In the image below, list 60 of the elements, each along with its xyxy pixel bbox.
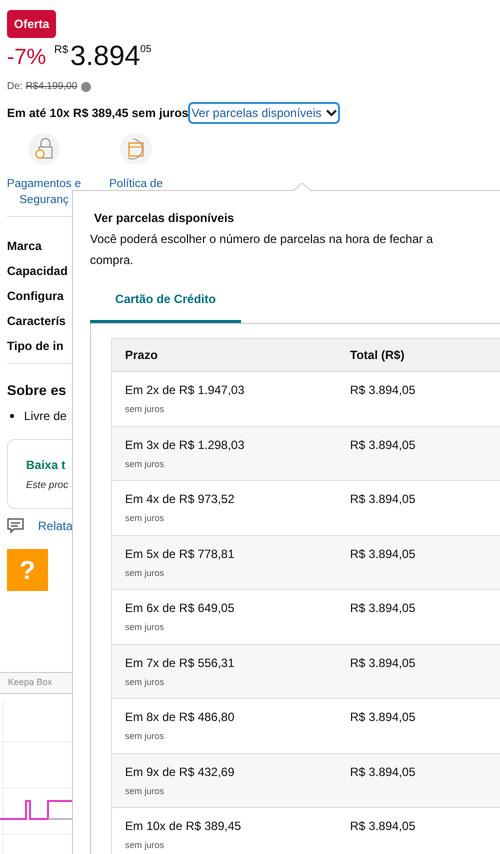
table-cell-text: R$ 3.894,05 (350, 436, 416, 454)
table-cell-text: sem juros (125, 403, 166, 416)
list-price-label: De: (7, 80, 23, 94)
table-cell-text: Em 2x de R$ 1.947,03 (125, 382, 246, 399)
padlock-icon (27, 132, 61, 166)
table-cell-text: sem juros (125, 839, 166, 852)
section-heading: Sobre es (7, 381, 66, 400)
deal-badge: Oferta (7, 10, 56, 38)
notice-text: Este proc (26, 479, 70, 493)
table-cell-text: R$ 3.894,05 (350, 709, 416, 726)
table-cell-text: sem juros (125, 784, 166, 798)
spec-label: Capacidad (7, 263, 68, 280)
column-header: Total (R$) (350, 347, 404, 364)
table-cell-text: Em 10x de R$ 389,45 (125, 818, 242, 835)
table-cell-text: R$ 3.894,05 (350, 546, 416, 562)
table-cell-text: Em 3x de R$ 1.298,03 (125, 436, 246, 454)
comment-icon (7, 518, 24, 534)
returns-box-icon (119, 132, 153, 166)
table-cell-text: sem juros (125, 566, 166, 580)
installments-text: Em até 10x R$ 389,45 sem juros (7, 105, 188, 122)
table-cell-text: sem juros (125, 458, 166, 471)
credit-card-tab[interactable]: Cartão de Crédito (90, 282, 241, 323)
info-icon (81, 82, 92, 92)
table-cell-text: R$ 3.894,05 (350, 600, 416, 617)
list-price: R$4.199,00 (26, 80, 78, 94)
feature-link[interactable]: Pagamentos e Seguranç (6, 176, 82, 208)
table-cell-text: R$ 3.894,05 (350, 654, 416, 672)
keepa-label: Keepa Box (8, 676, 52, 690)
table-cell-text: Em 8x de R$ 486,80 (125, 709, 236, 726)
report-link[interactable]: Relata (38, 517, 73, 535)
spec-label: Tipo de in (7, 338, 64, 355)
currency-symbol: R$ (54, 45, 68, 56)
popover-title: Ver parcelas disponíveis (94, 210, 236, 227)
bullet-text: Livre de (24, 408, 67, 425)
table-cell-text: sem juros (125, 621, 166, 634)
table-cell-text: Em 9x de R$ 432,69 (125, 764, 236, 780)
table-cell-text: sem juros (125, 730, 166, 743)
price-cents: 05 (140, 45, 152, 55)
table-cell-text: Em 4x de R$ 973,52 (125, 491, 236, 508)
table-cell-text: Em 6x de R$ 649,05 (125, 600, 236, 617)
table-cell-text: R$ 3.894,05 (350, 764, 416, 780)
bullet-icon (10, 414, 14, 418)
table-cell-text: R$ 3.894,05 (350, 491, 416, 508)
column-header: Prazo (124, 347, 159, 364)
chevron-icon (326, 109, 337, 117)
table-cell-text: Em 7x de R$ 556,31 (125, 654, 236, 672)
table-cell-text: R$ 3.894,05 (350, 382, 416, 399)
spec-label: Marca (7, 238, 42, 255)
spec-label: Configura (7, 288, 64, 305)
popover-description: Você poderá escolher o número de parcelas na hora de fechar a compra. (90, 231, 434, 269)
discount-text: -7% (7, 46, 46, 68)
table-cell-text: sem juros (125, 512, 166, 525)
spec-label: Caracterís (7, 313, 66, 330)
price-text: 3.894 (70, 42, 140, 70)
feature-link[interactable]: Política de (109, 176, 163, 192)
notice-title: Baixa t (26, 457, 66, 474)
table-cell-text: R$ 3.894,05 (350, 818, 416, 835)
installments-link[interactable]: Ver parcelas disponíveis (188, 102, 340, 124)
table-cell-text: Em 5x de R$ 778,81 (125, 546, 236, 562)
table-cell-text: sem juros (125, 676, 166, 689)
